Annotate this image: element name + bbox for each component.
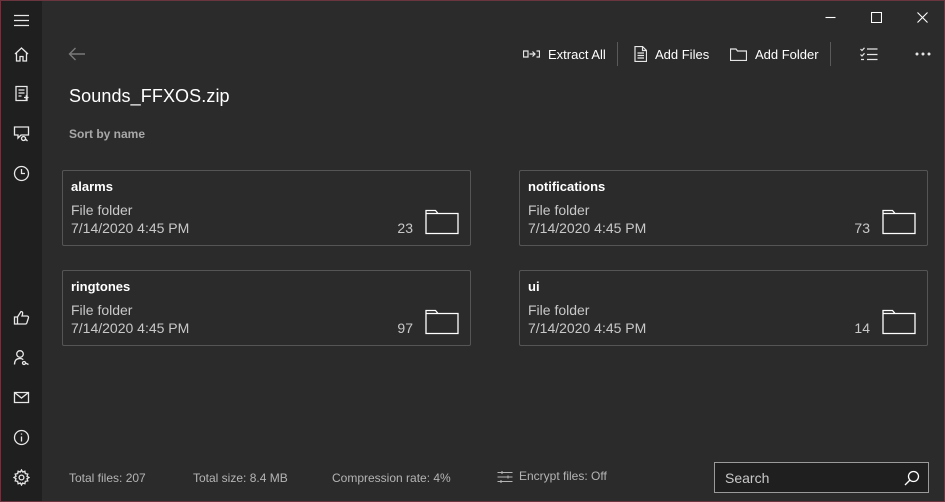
close-button[interactable]	[899, 1, 944, 33]
info-icon	[13, 429, 30, 445]
folder-type: File folder	[71, 202, 133, 218]
minimize-icon	[825, 16, 835, 18]
sidebar-item-recent[interactable]	[1, 154, 42, 192]
encrypt-files-toggle[interactable]: Encrypt files: Off	[497, 469, 607, 484]
more-ellipsis-icon	[915, 52, 931, 56]
extract-all-button[interactable]: Extract All	[523, 41, 606, 67]
add-folder-label: Add Folder	[755, 46, 819, 62]
add-file-icon	[634, 46, 647, 62]
maximize-button[interactable]	[853, 1, 899, 33]
sidebar-item-account[interactable]	[1, 338, 42, 376]
folder-type: File folder	[528, 202, 590, 218]
maximize-icon	[870, 11, 882, 23]
add-files-label: Add Files	[655, 46, 710, 62]
folder-date: 7/14/2020 4:45 PM	[71, 220, 190, 236]
recent-clock-icon	[13, 165, 30, 181]
app-window: Extract All Add Files Add Folder Sounds_…	[0, 0, 945, 502]
checklist-icon	[860, 47, 878, 61]
sidebar-item-new-archive[interactable]	[1, 74, 42, 112]
folder-icon	[882, 309, 916, 335]
folder-icon	[882, 209, 916, 235]
folder-item-count: 23	[397, 220, 413, 236]
minimize-button[interactable]	[807, 1, 853, 33]
folder-type: File folder	[71, 302, 133, 318]
compression-rate-status: Compression rate: 4%	[332, 471, 451, 485]
chat-search-icon	[13, 125, 30, 141]
home-icon	[14, 46, 29, 62]
search-button[interactable]	[902, 468, 922, 488]
back-arrow-icon	[68, 47, 85, 61]
folder-type: File folder	[528, 302, 590, 318]
back-button[interactable]	[61, 39, 93, 69]
hamburger-menu-icon	[14, 14, 29, 26]
sidebar-item-home[interactable]	[1, 35, 42, 73]
folder-card[interactable]: notifications File folder 7/14/2020 4:45…	[519, 170, 928, 246]
toolbar-divider	[830, 42, 831, 66]
more-options-button[interactable]	[915, 41, 931, 67]
folder-icon	[425, 309, 459, 335]
folder-item-count: 14	[854, 320, 870, 336]
folder-icon	[425, 209, 459, 235]
select-mode-button[interactable]	[860, 41, 878, 67]
folder-name: alarms	[71, 179, 113, 194]
sidebar-item-feedback-mail[interactable]	[1, 378, 42, 416]
folder-date: 7/14/2020 4:45 PM	[528, 320, 647, 336]
total-size-status: Total size: 8.4 MB	[193, 471, 288, 485]
folder-item-count: 97	[397, 320, 413, 336]
thumbs-up-icon	[13, 310, 30, 325]
encrypt-files-label: Encrypt files: Off	[519, 469, 607, 483]
sort-by-button[interactable]: Sort by name	[69, 127, 145, 141]
close-icon	[916, 11, 928, 23]
sliders-icon	[497, 470, 513, 483]
mail-icon	[13, 391, 30, 403]
add-files-button[interactable]: Add Files	[634, 41, 709, 67]
add-folder-button[interactable]: Add Folder	[730, 41, 819, 67]
search-box	[714, 462, 929, 493]
sidebar-item-about[interactable]	[1, 418, 42, 456]
extract-icon	[523, 50, 540, 58]
folder-name: ui	[528, 279, 540, 294]
folder-item-count: 73	[854, 220, 870, 236]
sidebar	[1, 1, 42, 501]
search-icon	[904, 470, 920, 486]
archive-title: Sounds_FFXOS.zip	[69, 86, 230, 106]
add-folder-icon	[730, 47, 747, 61]
sidebar-item-chat-search[interactable]	[1, 114, 42, 152]
new-archive-icon	[15, 85, 29, 101]
folder-card[interactable]: alarms File folder 7/14/2020 4:45 PM 23	[62, 170, 471, 246]
sidebar-item-settings[interactable]	[1, 458, 42, 496]
folder-card[interactable]: ringtones File folder 7/14/2020 4:45 PM …	[62, 270, 471, 346]
total-files-status: Total files: 207	[69, 471, 146, 485]
folder-name: notifications	[528, 179, 606, 194]
sidebar-item-rate[interactable]	[1, 298, 42, 336]
folder-date: 7/14/2020 4:45 PM	[528, 220, 647, 236]
folder-card[interactable]: ui File folder 7/14/2020 4:45 PM 14	[519, 270, 928, 346]
settings-gear-icon	[13, 468, 30, 486]
folder-name: ringtones	[71, 279, 131, 294]
search-input[interactable]	[715, 463, 900, 492]
extract-all-label: Extract All	[548, 46, 606, 62]
folder-date: 7/14/2020 4:45 PM	[71, 320, 190, 336]
toolbar-divider	[617, 42, 618, 66]
hamburger-menu-button[interactable]	[1, 1, 42, 39]
account-icon	[13, 349, 29, 365]
